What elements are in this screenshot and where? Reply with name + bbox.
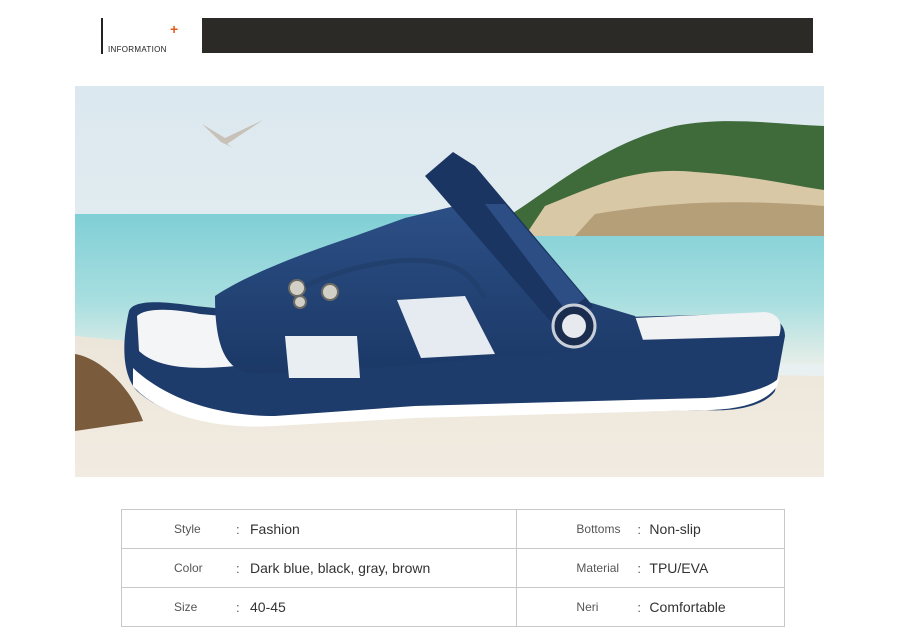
table-row: Size : 40-45 Neri : Comfortable: [120, 587, 785, 627]
spec-colon: :: [236, 599, 240, 615]
spec-colon: :: [236, 560, 240, 576]
spec-cell-size: Size : 40-45: [120, 587, 518, 627]
spec-key: Color: [174, 561, 203, 575]
spec-value: 40-45: [250, 599, 286, 615]
header-bar: [202, 18, 813, 53]
spec-value: Dark blue, black, gray, brown: [250, 560, 431, 576]
spec-cell-material: Material : TPU/EVA: [516, 548, 785, 588]
spec-key: Size: [174, 600, 198, 614]
spec-cell-style: Style : Fashion: [120, 509, 518, 549]
spec-colon: :: [637, 599, 642, 615]
spec-cell-bottoms: Bottoms : Non-slip: [516, 509, 785, 549]
spec-colon: :: [236, 521, 240, 537]
section-header: + INFORMATION: [0, 0, 900, 70]
header-divider: [101, 18, 103, 54]
spec-key: Neri: [576, 600, 599, 614]
section-title: INFORMATION: [108, 45, 167, 54]
spec-colon: :: [637, 521, 642, 537]
product-photo: [75, 86, 824, 477]
table-row: Style : Fashion Bottoms : Non-slip: [120, 509, 785, 549]
spec-key: Bottoms: [576, 522, 621, 536]
spec-key: Style: [174, 522, 201, 536]
spec-colon: :: [637, 560, 642, 576]
table-row: Color : Dark blue, black, gray, brown Ma…: [120, 548, 785, 588]
spec-value: TPU/EVA: [649, 560, 709, 576]
spec-value: Comfortable: [649, 599, 726, 615]
specs-table: Style : Fashion Bottoms : Non-slip Color…: [120, 509, 785, 627]
spec-cell-neri: Neri : Comfortable: [516, 587, 785, 627]
spec-cell-color: Color : Dark blue, black, gray, brown: [120, 548, 518, 588]
spec-value: Fashion: [250, 521, 300, 537]
plus-icon: +: [170, 21, 179, 37]
spec-value: Non-slip: [649, 521, 701, 537]
spec-key: Material: [576, 561, 620, 575]
